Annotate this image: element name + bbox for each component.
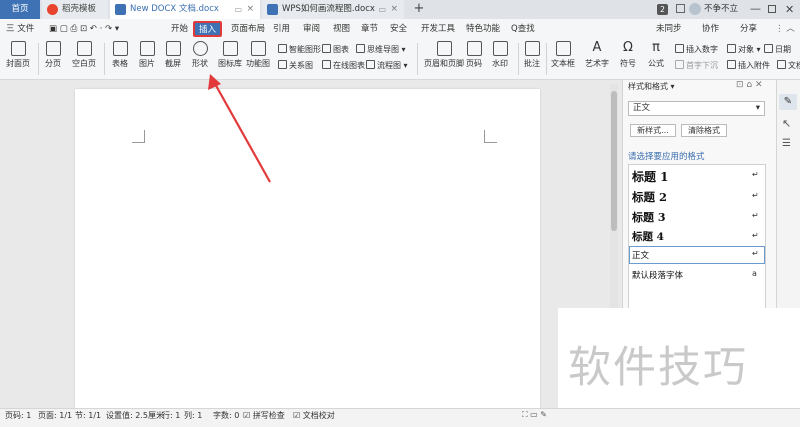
paragraph-mark-icon: ↵ (752, 170, 759, 179)
status-pages[interactable]: 页面: 1/1 (38, 410, 72, 421)
new-style-button[interactable]: 新样式... (630, 124, 676, 137)
style-heading-1[interactable]: 标题 1 (632, 168, 669, 185)
cursor-icon[interactable]: ↖ (782, 117, 791, 130)
paragraph-mark-icon: ↵ (752, 231, 759, 240)
status-words[interactable]: 字数: 0 (213, 410, 239, 421)
doc-proof-label: 文档校对 (302, 411, 335, 420)
paragraph-mark-icon: ↵ (752, 249, 759, 258)
char-style-icon: a (752, 269, 757, 278)
view-mode-icons[interactable]: ⛶ ▭ ✎ (522, 410, 547, 420)
spell-check-icon: ☑ (243, 411, 251, 420)
apply-style-label: 请选择要应用的格式 (628, 152, 705, 162)
watermark-text: 软件技巧 (568, 343, 748, 393)
style-normal[interactable]: 正文 (632, 249, 649, 261)
proof-icon: ☑ (293, 411, 301, 420)
style-default-font[interactable]: 默认段落字体 (632, 269, 683, 281)
settings-sliders-icon[interactable]: ☰ (782, 138, 791, 149)
status-col[interactable]: 列: 1 (184, 410, 202, 421)
panel-controls[interactable]: ⊡ ⌂ ✕ (736, 80, 763, 90)
style-normal-selected[interactable] (629, 246, 765, 264)
status-row[interactable]: 行: 1 (162, 410, 180, 421)
clear-format-button[interactable]: 清除格式 (681, 124, 727, 137)
current-style-select[interactable]: 正文 ▾ (628, 101, 765, 116)
style-heading-3[interactable]: 标题 3 (632, 209, 665, 225)
paragraph-mark-icon: ↵ (752, 191, 759, 200)
style-heading-4[interactable]: 标题 4 (632, 229, 664, 244)
style-heading-2[interactable]: 标题 2 (632, 189, 667, 205)
panel-title: 样式和格式 ▾ (628, 82, 675, 91)
status-page[interactable]: 页码: 1 (5, 410, 31, 421)
status-setting[interactable]: 设置值: 2.5厘米 (106, 410, 164, 421)
paragraph-mark-icon: ↵ (752, 211, 759, 220)
doc-proof-button[interactable]: ☑ 文档校对 (293, 410, 335, 421)
status-section[interactable]: 节: 1/1 (75, 410, 101, 421)
spell-check-button[interactable]: ☑ 拼写检查 (243, 410, 285, 421)
spell-check-label: 拼写检查 (252, 411, 285, 420)
edit-icon[interactable]: ✎ (779, 94, 797, 110)
